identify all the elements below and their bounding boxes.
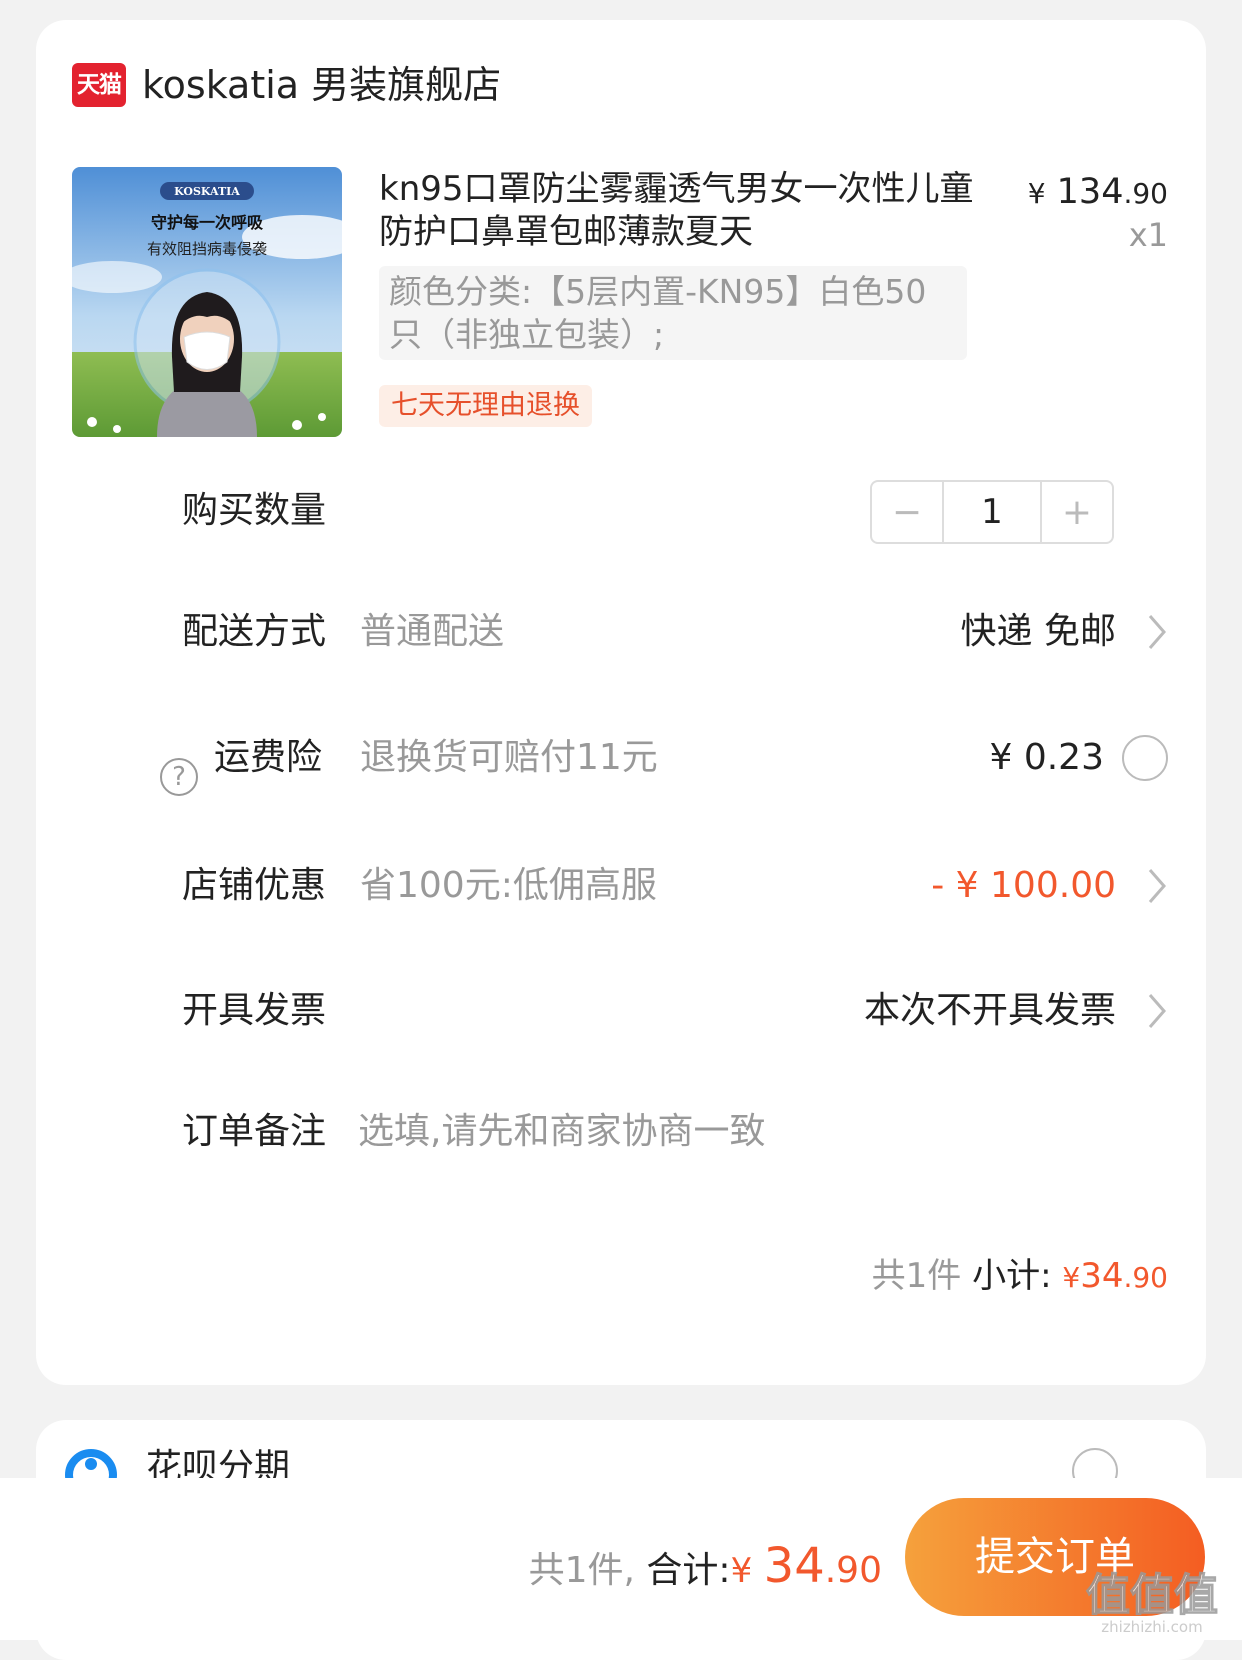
insurance-label: 运费险 — [214, 737, 323, 778]
image-slogan-1: 守护每一次呼吸 — [151, 213, 264, 232]
subtotal-label: 小计: — [972, 1256, 1052, 1296]
order-card: 天猫 koskatia 男装旗舰店 KOSKATIA 守护每一次呼吸 有效阻挡病… — [36, 20, 1206, 1385]
invoice-label: 开具发票 — [182, 990, 327, 1031]
price-decimal: .90 — [1123, 177, 1168, 210]
invoice-value: 本次不开具发票 — [863, 990, 1116, 1031]
subtotal-decimal: .90 — [1123, 1261, 1168, 1294]
note-input[interactable]: 选填,请先和商家协商一致 — [358, 1108, 765, 1156]
subtotal-currency: ¥ — [1062, 1261, 1081, 1294]
total-count: 共1件, — [528, 1550, 635, 1591]
insurance-price: ¥ 0.23 — [989, 737, 1104, 778]
delivery-sub: 普通配送 — [360, 611, 505, 652]
image-slogan-2: 有效阻挡病毒侵袭 — [147, 240, 267, 258]
subtotal: 共1件 小计: ¥34.90 — [872, 1253, 1168, 1301]
product-sku: 颜色分类:【5层内置-KN95】白色50只（非独立包装）; — [379, 266, 967, 360]
store-name[interactable]: koskatia 男装旗舰店 — [142, 60, 501, 110]
price-int: 134 — [1056, 172, 1124, 212]
discount-value: - ¥ 100.00 — [931, 865, 1116, 906]
delivery-value: 快递 免邮 — [960, 611, 1116, 652]
subtotal-int: 34 — [1080, 1256, 1124, 1296]
chevron-right-icon — [1148, 994, 1166, 1028]
product-quantity: x1 — [1128, 216, 1168, 254]
total-currency: ¥ — [730, 1551, 753, 1591]
product-price: ¥ 134.90 — [1028, 172, 1168, 212]
product-image[interactable]: KOSKATIA 守护每一次呼吸 有效阻挡病毒侵袭 — [72, 167, 342, 437]
price-currency: ¥ — [1027, 177, 1046, 210]
total-label: 合计: — [646, 1550, 731, 1591]
note-label: 订单备注 — [182, 1111, 327, 1152]
insurance-radio[interactable] — [1122, 735, 1168, 781]
insurance-sub: 退换货可赔付11元 — [360, 737, 658, 778]
total-int: 34 — [763, 1538, 825, 1594]
chevron-right-icon — [1148, 869, 1166, 903]
quantity-value[interactable]: 1 — [942, 482, 1042, 542]
image-brand-text: KOSKATIA — [174, 185, 240, 198]
chevron-right-icon — [1148, 615, 1166, 649]
quantity-plus-button[interactable]: + — [1042, 482, 1112, 542]
help-icon[interactable]: ? — [160, 758, 198, 796]
discount-sub: 省100元:低佣高服 — [360, 865, 657, 906]
subtotal-count: 共1件 — [871, 1256, 962, 1296]
quantity-label: 购买数量 — [182, 490, 327, 531]
watermark-url: zhizhizhi.com — [1101, 1618, 1202, 1636]
quantity-minus-button[interactable]: − — [872, 482, 942, 542]
watermark-text: 值值值 — [1086, 1570, 1218, 1621]
order-total: 共1件, 合计:¥ 34.90 — [529, 1538, 882, 1599]
quantity-stepper: − 1 + — [870, 480, 1114, 544]
tmall-logo: 天猫 — [72, 63, 126, 107]
delivery-label: 配送方式 — [182, 611, 327, 652]
product-title[interactable]: kn95口罩防尘雾霾透气男女一次性儿童防护口鼻罩包邮薄款夏天 — [379, 168, 984, 254]
return-policy-tag: 七天无理由退换 — [379, 385, 592, 427]
watermark-logo: 值值值 zhizhizhi.com — [1085, 1569, 1218, 1636]
total-decimal: .90 — [824, 1550, 882, 1591]
discount-label: 店铺优惠 — [182, 865, 327, 906]
